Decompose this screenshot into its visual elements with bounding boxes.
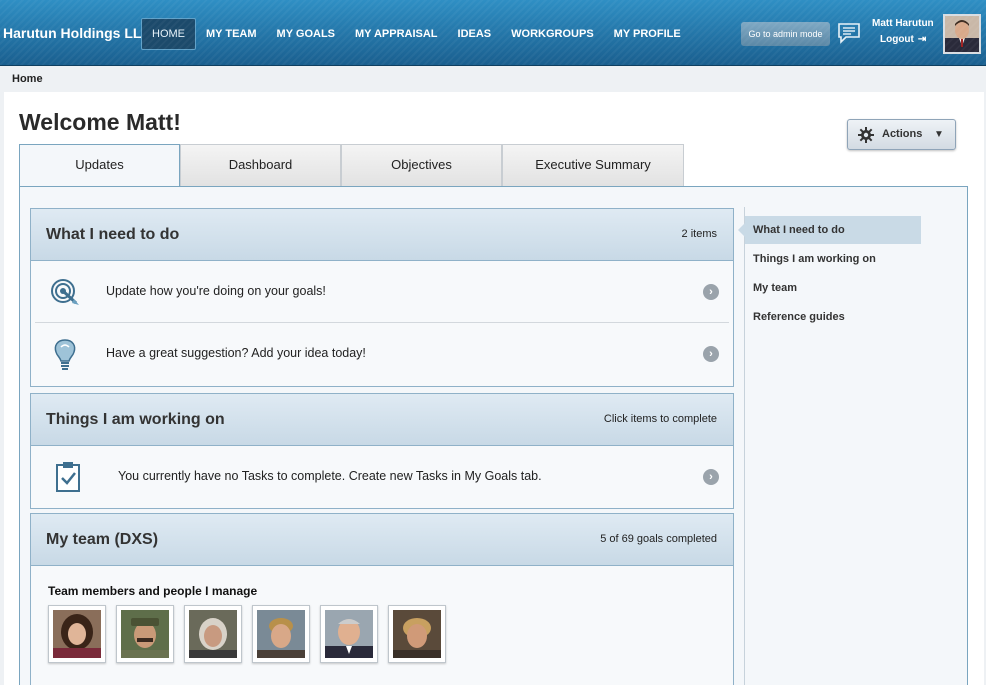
chevron-right-icon[interactable]: › (703, 469, 719, 485)
section-header: Things I am working on Click items to co… (31, 394, 733, 446)
section-todo: What I need to do 2 items Update how you… (30, 208, 734, 387)
chevron-right-icon[interactable]: › (703, 284, 719, 300)
tab-content: What I need to do 2 items Update how you… (19, 186, 968, 685)
list-item-text: Update how you're doing on your goals! (106, 284, 326, 298)
nav-my-team[interactable]: MY TEAM (196, 18, 267, 50)
admin-mode-button[interactable]: Go to admin mode (741, 22, 830, 46)
section-team: My team (DXS) 5 of 69 goals completed Te… (30, 513, 734, 685)
section-header: My team (DXS) 5 of 69 goals completed (31, 514, 733, 566)
nav-my-profile[interactable]: MY PROFILE (604, 18, 691, 50)
chevron-right-icon[interactable]: › (703, 346, 719, 362)
tab-dashboard[interactable]: Dashboard (180, 144, 341, 186)
lightbulb-icon (54, 339, 76, 370)
nav-my-appraisal[interactable]: MY APPRAISAL (345, 18, 448, 50)
tab-executive-summary[interactable]: Executive Summary (502, 144, 684, 186)
user-name: Matt Harutun (872, 18, 934, 29)
actions-label: Actions (882, 128, 923, 140)
tab-objectives[interactable]: Objectives (341, 144, 502, 186)
section-title: What I need to do (46, 226, 180, 243)
team-member-avatar[interactable] (48, 605, 106, 663)
list-item-text: Have a great suggestion? Add your idea t… (106, 346, 366, 360)
team-members (48, 605, 446, 663)
nav-workgroups[interactable]: WORKGROUPS (501, 18, 604, 50)
team-member-avatar[interactable] (388, 605, 446, 663)
team-member-avatar[interactable] (320, 605, 378, 663)
tab-updates[interactable]: Updates (19, 144, 180, 187)
sidebar-item-my-team[interactable]: My team (753, 274, 797, 302)
top-nav-bar: Harutun Holdings LLC HOME MY TEAM MY GOA… (0, 0, 986, 66)
chat-icon[interactable] (837, 22, 861, 44)
nav-my-goals[interactable]: MY GOALS (267, 18, 345, 50)
goals-progress: 5 of 69 goals completed (600, 533, 717, 545)
breadcrumb[interactable]: Home (12, 73, 43, 85)
breadcrumb-bar: Home (0, 66, 986, 92)
main-panel: Welcome Matt! Actions ▼ Updates Dashboar… (4, 92, 984, 685)
team-label: Team members and people I manage (48, 584, 258, 598)
sidebar-item-reference-guides[interactable]: Reference guides (753, 303, 845, 331)
nav-home[interactable]: HOME (141, 18, 196, 50)
brand-name[interactable]: Harutun Holdings LLC (3, 25, 152, 41)
section-title: Things I am working on (46, 411, 225, 428)
tab-bar: Updates Dashboard Objectives Executive S… (19, 144, 684, 187)
section-working: Things I am working on Click items to co… (30, 393, 734, 509)
team-member-avatar[interactable] (252, 605, 310, 663)
target-icon (51, 279, 79, 305)
sidebar-item-todo[interactable]: What I need to do (738, 216, 921, 244)
list-item[interactable]: Have a great suggestion? Add your idea t… (35, 323, 729, 385)
list-item-text: You currently have no Tasks to complete.… (118, 469, 542, 483)
list-item[interactable]: You currently have no Tasks to complete.… (35, 446, 729, 508)
logout-link[interactable]: Logout ⇥ (880, 34, 926, 45)
team-member-avatar[interactable] (116, 605, 174, 663)
user-avatar[interactable] (943, 14, 981, 54)
section-header: What I need to do 2 items (31, 209, 733, 261)
nav-ideas[interactable]: IDEAS (448, 18, 502, 50)
main-nav: HOME MY TEAM MY GOALS MY APPRAISAL IDEAS… (141, 18, 691, 50)
team-member-avatar[interactable] (184, 605, 242, 663)
sidebar-item-working[interactable]: Things I am working on (753, 245, 876, 273)
section-count: 2 items (681, 228, 717, 240)
logout-label: Logout (880, 34, 914, 45)
page-title: Welcome Matt! (19, 109, 181, 135)
section-title: My team (DXS) (46, 531, 159, 548)
list-item[interactable]: Update how you're doing on your goals! › (35, 261, 729, 323)
logout-icon: ⇥ (917, 34, 927, 45)
section-hint: Click items to complete (603, 413, 717, 425)
section-sidebar: What I need to do Things I am working on… (738, 207, 959, 685)
clipboard-icon (56, 462, 80, 492)
gear-icon (858, 127, 874, 143)
caret-down-icon: ▼ (934, 129, 944, 140)
actions-button[interactable]: Actions ▼ (847, 119, 956, 150)
